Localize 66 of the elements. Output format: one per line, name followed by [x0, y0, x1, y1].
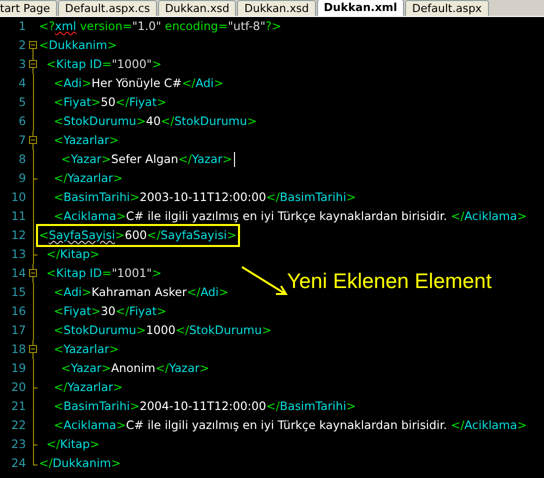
- arrow: [241, 266, 288, 295]
- line-number: 21: [10, 398, 27, 415]
- code-line: <Adi>Her Yönüyle C#</Adi>: [52, 75, 224, 92]
- code-line: </Yazarlar>: [52, 170, 123, 187]
- code-line: <BasimTarihi>2003-10-11T12:00:00</BasimTarihi>: [52, 189, 356, 206]
- line-number: 19: [10, 360, 27, 377]
- fold-end-icon: [32, 169, 38, 188]
- code-line: <Yazarlar>: [52, 341, 119, 358]
- line-number: 17: [10, 322, 27, 339]
- line-number: 9: [18, 170, 27, 187]
- collapse-icon[interactable]: [29, 55, 37, 74]
- line-number: 6: [18, 112, 27, 130]
- code-line: <?xml version="1.0" encoding="utf-8"?>: [39, 18, 282, 35]
- collapse-icon[interactable]: [29, 41, 37, 55]
- line-number: 23: [10, 436, 27, 453]
- code-line: <Kitap ID="1001">: [45, 265, 162, 282]
- line-number: 13: [10, 246, 27, 263]
- line-number: 16: [10, 302, 27, 320]
- code-line: <BasimTarihi>2004-10-11T12:00:00</BasimTarihi>: [52, 398, 356, 415]
- code-line: </Yazarlar>: [52, 379, 123, 396]
- line-number: 11: [10, 208, 27, 225]
- line-number: 5: [18, 94, 27, 111]
- line-number: 12: [10, 226, 27, 244]
- file-tab[interactable]: tart Page: [0, 0, 58, 16]
- fold-end-icon: [32, 245, 38, 264]
- fold-end-icon: [32, 378, 38, 397]
- line-number: 24: [10, 454, 27, 472]
- code-line: </Kitap>: [45, 436, 100, 453]
- code-line: <StokDurumu>1000</StokDurumu>: [52, 322, 272, 339]
- code-line: <StokDurumu>40</StokDurumu>: [52, 113, 257, 130]
- code-line: <Adi>Kahraman Asker</Adi>: [52, 284, 228, 301]
- fold-guide: [32, 150, 34, 169]
- collapse-icon[interactable]: [29, 131, 37, 150]
- file-tab[interactable]: Default.aspx: [405, 0, 489, 16]
- code-line: </Dukkanim>: [39, 455, 121, 472]
- code-line: <Fiyat>30</Fiyat>: [52, 303, 166, 320]
- code-line: </Kitap>: [45, 246, 100, 263]
- line-number: 1: [18, 18, 27, 35]
- line-number: 3: [18, 56, 27, 73]
- line-number: 4: [18, 74, 27, 92]
- line-number: 7: [18, 132, 27, 149]
- file-tab[interactable]: Default.aspx.cs: [58, 0, 157, 16]
- line-number: 8: [18, 150, 27, 168]
- line-number: 18: [10, 340, 27, 358]
- code-line: <Aciklama>C# ile ilgili yazılmış en iyi Türkçe kaynaklardan birisidir. </Aciklama>: [52, 417, 527, 434]
- file-tab[interactable]: Dukkan.xsd: [158, 0, 236, 16]
- collapse-icon[interactable]: [29, 264, 37, 283]
- line-number: 20: [10, 378, 27, 396]
- line-number: 22: [10, 416, 27, 434]
- line-number: 15: [10, 284, 27, 301]
- code-line: <Kitap ID="1000">: [45, 56, 162, 73]
- annotation-text: Yeni Eklenen Element: [287, 270, 492, 294]
- code-line: <Aciklama>C# ile ilgili yazılmış en iyi Türkçe kaynaklardan birisidir. </Aciklama>: [52, 208, 527, 225]
- file-tab[interactable]: Dukkan.xsd: [237, 0, 316, 16]
- code-line: <Yazar>Sefer Algan</Yazar>: [60, 151, 232, 168]
- line-number: 10: [10, 188, 27, 206]
- file-tab[interactable]: Dukkan.xml: [316, 0, 404, 16]
- collapse-icon[interactable]: [29, 340, 37, 359]
- code-line: <Fiyat>50</Fiyat>: [52, 94, 166, 111]
- fold-guide: [32, 359, 34, 378]
- code-line: <Yazarlar>: [52, 132, 119, 149]
- line-number: 2: [18, 36, 27, 54]
- line-number: 14: [10, 264, 27, 282]
- code-line: <Dukkanim>: [39, 37, 117, 54]
- code-line: <Yazar>Anonim</Yazar>: [60, 360, 210, 377]
- code-line: <SayfaSayisi>600</SayfaSayisi>: [39, 227, 237, 244]
